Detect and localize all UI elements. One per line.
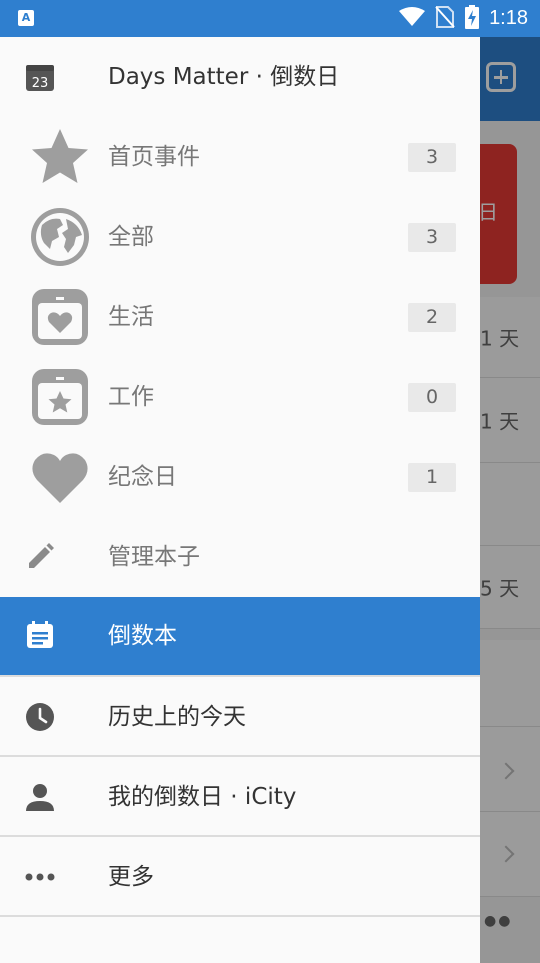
- count-badge: 3: [408, 223, 456, 252]
- sidebar-item-anniversary[interactable]: 纪念日 1: [0, 437, 480, 517]
- battery-charging-icon: [465, 4, 480, 33]
- sidebar-item-all[interactable]: 全部 3: [0, 197, 480, 277]
- calendar-list-icon: [24, 619, 56, 651]
- clock-icon: [24, 701, 56, 733]
- navigation-drawer: 23 Days Matter · 倒数日 首页事件 3 全部 3 生活 2 工作…: [0, 37, 480, 963]
- sidebar-item-label: 工作: [108, 384, 154, 410]
- person-icon: [24, 781, 56, 813]
- heart-icon: [30, 447, 90, 507]
- pencil-icon: [24, 541, 56, 573]
- calendar-icon: 23: [24, 61, 56, 93]
- app-notification-icon: A: [18, 10, 34, 26]
- drawer-title: Days Matter · 倒数日: [108, 64, 340, 90]
- globe-icon: [30, 207, 90, 267]
- svg-text:23: 23: [32, 76, 49, 91]
- sidebar-item-life[interactable]: 生活 2: [0, 277, 480, 357]
- drawer-header[interactable]: 23 Days Matter · 倒数日: [0, 37, 480, 117]
- nav-item-more[interactable]: 更多: [0, 837, 480, 917]
- status-time: 1:18: [489, 7, 528, 29]
- sidebar-item-home-events[interactable]: 首页事件 3: [0, 117, 480, 197]
- nav-item-label: 倒数本: [108, 623, 177, 649]
- sidebar-item-label: 首页事件: [108, 144, 200, 170]
- nav-item-label: 我的倒数日 · iCity: [108, 784, 297, 810]
- nav-item-icity[interactable]: 我的倒数日 · iCity: [0, 757, 480, 837]
- no-sim-icon: [435, 5, 455, 32]
- divider: [0, 915, 480, 917]
- nav-item-history-today[interactable]: 历史上的今天: [0, 677, 480, 757]
- star-icon: [30, 127, 90, 187]
- sidebar-item-work[interactable]: 工作 0: [0, 357, 480, 437]
- more-horizontal-icon: [24, 861, 56, 893]
- sidebar-item-label: 纪念日: [108, 464, 177, 490]
- count-badge: 1: [408, 463, 456, 492]
- status-bar: A 1:18: [0, 0, 540, 37]
- count-badge: 0: [408, 383, 456, 412]
- heart-calendar-icon: [30, 287, 90, 347]
- nav-item-label: 更多: [108, 864, 154, 890]
- count-badge: 3: [408, 143, 456, 172]
- wifi-icon: [399, 6, 426, 31]
- count-badge: 2: [408, 303, 456, 332]
- star-calendar-icon: [30, 367, 90, 427]
- sidebar-item-label: 生活: [108, 304, 154, 330]
- manage-books-label: 管理本子: [108, 544, 200, 570]
- manage-books-button[interactable]: 管理本子: [0, 517, 480, 597]
- nav-item-label: 历史上的今天: [108, 704, 246, 730]
- sidebar-item-label: 全部: [108, 224, 154, 250]
- nav-item-countdown-book[interactable]: 倒数本: [0, 597, 480, 675]
